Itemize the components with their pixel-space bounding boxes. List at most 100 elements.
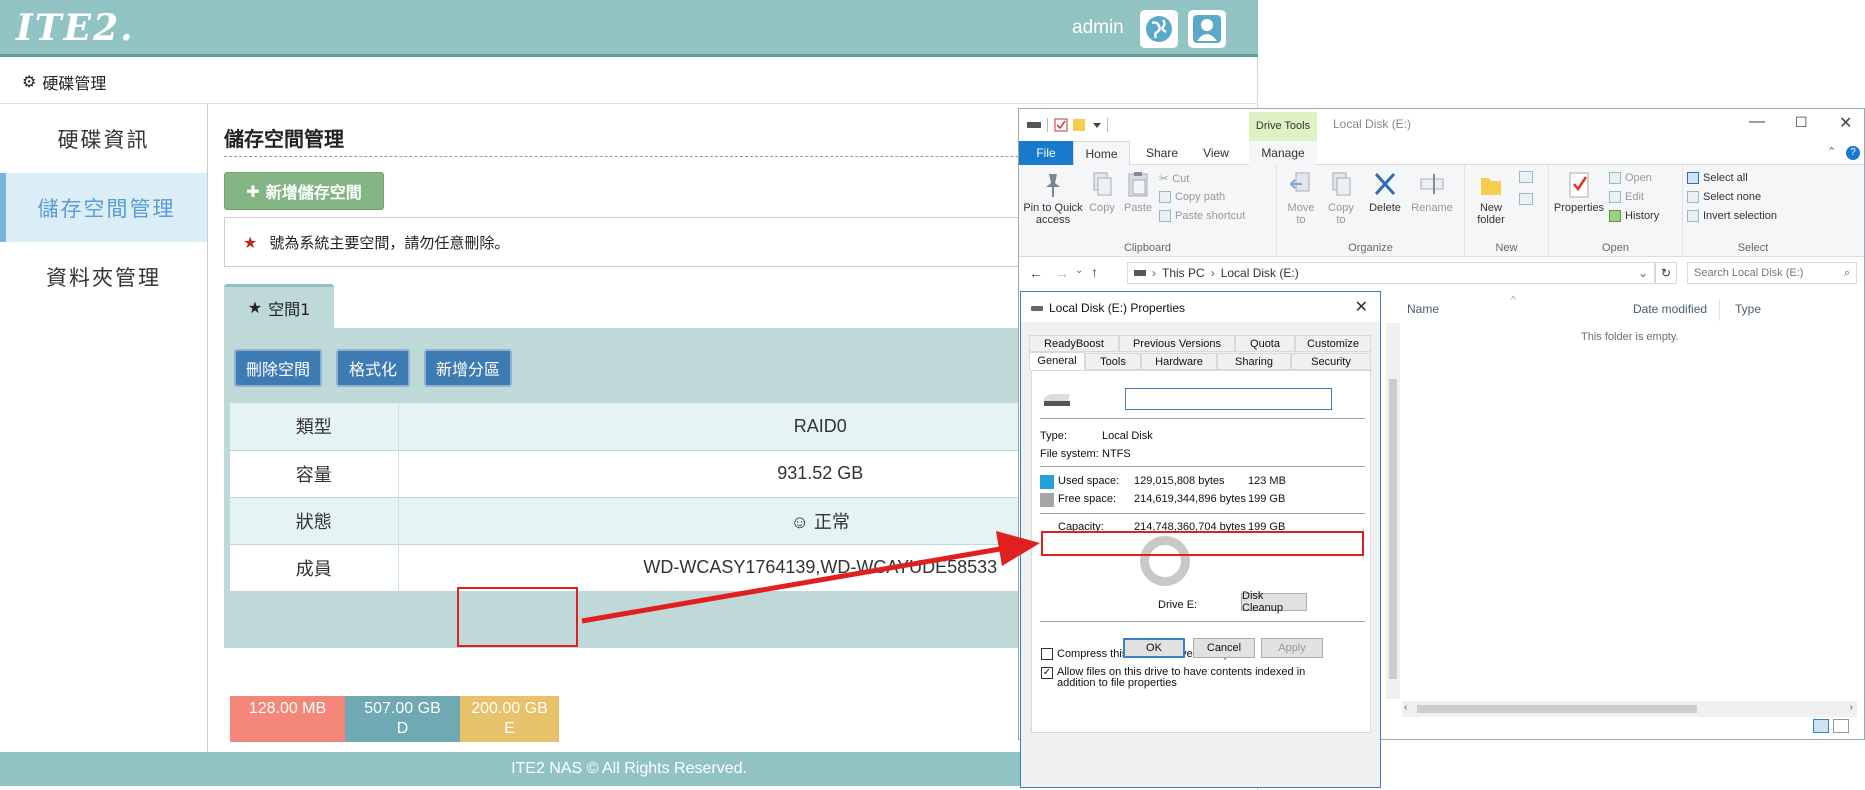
properties-label: Properties [1553,202,1605,214]
language-button[interactable] [1277,10,1315,48]
open-label: Open [1625,172,1652,184]
chevron-up-icon[interactable]: ⌃ [1827,145,1836,158]
ok-button[interactable]: OK [1123,638,1185,658]
nav-pane-scroll-thumb[interactable] [1389,379,1397,679]
tab-view[interactable]: View [1191,141,1241,165]
rename-button[interactable]: Rename [1407,170,1457,214]
history-button[interactable]: History [1609,210,1659,222]
group-label: Open [1602,242,1629,254]
empty-folder-message: This folder is empty. [1581,331,1679,343]
select-all-button[interactable]: Select all [1687,172,1748,184]
tab-previous-versions[interactable]: Previous Versions [1119,335,1235,352]
used-size: 123 MB [1248,475,1286,487]
sidebar-item-disk-info[interactable]: 硬碟資訊 [0,104,207,173]
breadcrumb-this-pc[interactable]: This PC [1162,266,1205,280]
search-input[interactable]: Search Local Disk (E:) ⌕ [1687,262,1857,284]
partition-segment[interactable]: 200.00 GB E [460,696,559,742]
help-icon[interactable]: ? [1846,146,1860,160]
quick-access-toolbar-icon[interactable] [1027,118,1117,132]
up-arrow-icon[interactable]: ↑ [1091,264,1098,280]
maximize-icon[interactable]: ☐ [1795,114,1808,131]
partition-segment[interactable]: 507.00 GB D [345,696,460,742]
add-partition-button[interactable]: 新增分區 [424,349,512,387]
apply-button[interactable]: Apply [1261,638,1323,658]
column-divider[interactable] [1719,299,1720,321]
partition-segment[interactable]: 128.00 MB [230,696,345,742]
move-to-icon [1289,172,1310,192]
delete-space-button[interactable]: 刪除空間 [234,349,322,387]
column-date-modified[interactable]: Date modified [1633,302,1707,316]
details-view-icon[interactable] [1813,719,1829,733]
select-all-label: Select all [1703,172,1748,184]
column-name[interactable]: Name [1407,302,1439,316]
back-arrow-icon[interactable]: ← [1029,265,1043,281]
scroll-right-icon[interactable]: › [1850,702,1853,713]
tab-sharing[interactable]: Sharing [1217,353,1291,370]
user-menu-button[interactable] [1188,10,1226,48]
properties-button[interactable]: Properties [1553,170,1605,214]
volume-label-input[interactable] [1125,388,1332,410]
copy-path-button[interactable]: Copy path [1159,191,1225,203]
tab-readyboost[interactable]: ReadyBoost [1029,335,1119,352]
new-folder-button[interactable]: New folder [1469,170,1513,226]
chevron-down-icon[interactable]: ⌄ [1638,266,1648,280]
tab-quota[interactable]: Quota [1235,335,1295,352]
horizontal-scroll-thumb[interactable] [1417,705,1697,713]
copy-to-icon [1332,172,1351,196]
forward-arrow-icon[interactable]: → [1055,265,1069,281]
used-label: Used space: [1058,475,1120,487]
disk-cleanup-button[interactable]: Disk Cleanup [1241,590,1307,614]
large-icons-view-icon[interactable] [1833,719,1849,733]
tab-file[interactable]: File [1019,141,1073,165]
sidebar-item-storage[interactable]: 儲存空間管理 [0,173,207,242]
format-button[interactable]: 格式化 [336,349,410,387]
index-checkbox[interactable]: ✓ [1041,667,1053,679]
gear-icon: ⚙ [22,72,37,91]
minimize-icon[interactable]: — [1749,113,1765,131]
copy-button[interactable]: Copy [1085,170,1119,214]
user-name[interactable]: admin [1072,17,1124,39]
language-button[interactable] [1140,10,1178,48]
paste-shortcut-button[interactable]: Paste shortcut [1159,210,1245,222]
select-none-button[interactable]: Select none [1687,191,1761,203]
edit-button[interactable]: Edit [1609,191,1644,203]
tab-general[interactable]: General [1029,352,1085,371]
easy-access-icon[interactable] [1519,193,1541,209]
star-icon: ★ [247,298,263,317]
address-bar[interactable]: › This PC › Local Disk (E:) ⌄ [1127,262,1655,284]
copy-icon [1093,172,1112,196]
new-item-icon[interactable] [1519,171,1541,187]
paste-button[interactable]: Paste [1121,170,1155,214]
delete-button[interactable]: Delete [1365,170,1405,214]
cancel-button[interactable]: Cancel [1193,638,1255,658]
refresh-icon[interactable]: ↻ [1655,262,1677,284]
horizontal-scrollbar[interactable]: ‹ › [1402,701,1857,717]
close-icon[interactable]: ✕ [1839,113,1852,133]
close-icon[interactable]: ✕ [1355,297,1368,317]
sidebar-item-folders[interactable]: 資料夾管理 [0,242,207,311]
open-button[interactable]: Open [1609,172,1652,184]
compress-checkbox[interactable] [1041,648,1053,660]
scroll-left-icon[interactable]: ‹ [1404,702,1407,713]
recent-locations-icon[interactable]: ⌄ [1075,265,1083,276]
breadcrumb-drive[interactable]: Local Disk (E:) [1221,266,1299,280]
tab-customize[interactable]: Customize [1295,335,1371,352]
tab-tools[interactable]: Tools [1085,353,1141,370]
tab-manage[interactable]: Manage [1249,141,1317,165]
move-to-button[interactable]: Move to [1283,170,1319,226]
copy-label: Copy [1089,202,1115,214]
rename-icon [1420,174,1444,194]
row-key: 類型 [230,403,399,451]
tab-hardware[interactable]: Hardware [1141,353,1217,370]
column-type[interactable]: Type [1735,302,1761,316]
pin-button[interactable]: Pin to Quick access [1023,170,1083,226]
add-storage-button[interactable]: ✚ 新增儲存空間 [224,172,384,210]
tab-space-1[interactable]: ★ 空間1 [224,284,334,328]
invert-selection-button[interactable]: Invert selection [1687,210,1777,222]
cut-button[interactable]: ✂ Cut [1159,172,1189,186]
chevron-right-icon: › [1152,266,1156,280]
tab-share[interactable]: Share [1135,141,1189,165]
copy-to-button[interactable]: Copy to [1323,170,1359,226]
tab-security[interactable]: Security [1291,353,1371,370]
tab-home[interactable]: Home [1073,141,1130,165]
